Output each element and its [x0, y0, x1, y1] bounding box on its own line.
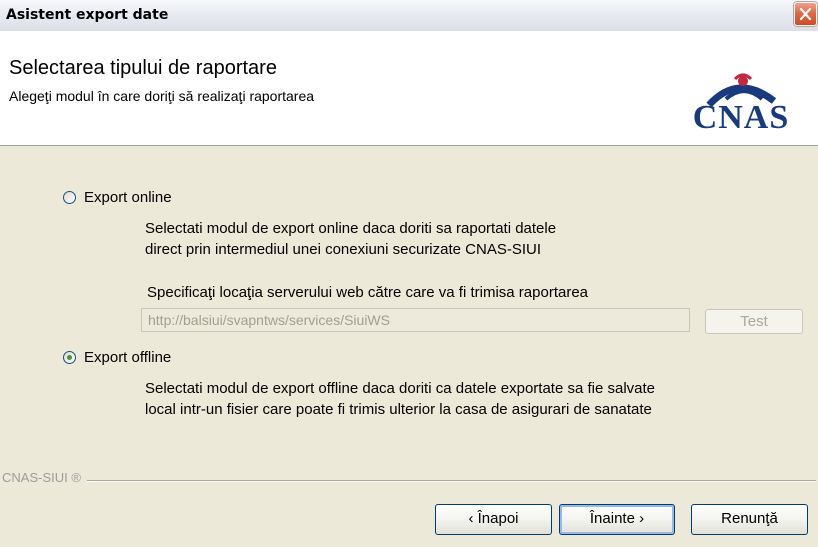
window-title: Asistent export date [6, 7, 169, 23]
export-offline-desc-line2: local intr-un fisier care poate fi trimi… [145, 401, 652, 418]
wizard-header: Selectarea tipului de raportare Alegeţi … [0, 31, 818, 146]
export-offline-radio[interactable] [63, 351, 76, 364]
footer-divider [2, 480, 816, 482]
export-offline-label[interactable]: Export offline [84, 349, 171, 366]
export-offline-option[interactable]: Export offline [63, 349, 171, 366]
export-offline-description: Selectati modul de export offline daca d… [145, 378, 655, 420]
next-button[interactable]: Înainte › [559, 504, 675, 535]
cnas-logo: CNAS [676, 69, 806, 139]
export-online-desc-line2: direct prin intermediul unei conexiuni s… [145, 241, 542, 258]
page-subtitle: Alegeţi modul în care doriţi să realizaţ… [9, 88, 315, 104]
export-online-radio[interactable] [63, 191, 76, 204]
export-online-description: Selectati modul de export online daca do… [145, 218, 556, 260]
server-location-label: Specificaţi locaţia serverului web către… [147, 284, 589, 301]
cancel-button[interactable]: Renunţă [691, 504, 808, 535]
logo-text: CNAS [692, 99, 790, 136]
close-icon [799, 7, 812, 21]
back-button[interactable]: ‹ Înapoi [435, 504, 552, 535]
server-url-field[interactable]: http://balsiui/svapntws/services/SiuiWS [141, 308, 690, 332]
export-online-option[interactable]: Export online [63, 189, 172, 206]
page-title: Selectarea tipului de raportare [9, 57, 277, 79]
footer-brand: CNAS-SIUI ® [2, 470, 87, 485]
export-online-label[interactable]: Export online [84, 189, 172, 206]
export-online-desc-line1: Selectati modul de export online daca do… [145, 220, 557, 237]
title-bar: Asistent export date [0, 0, 818, 32]
test-button[interactable]: Test [705, 309, 803, 334]
close-button[interactable] [794, 2, 817, 26]
export-offline-desc-line1: Selectati modul de export offline daca d… [145, 380, 656, 397]
